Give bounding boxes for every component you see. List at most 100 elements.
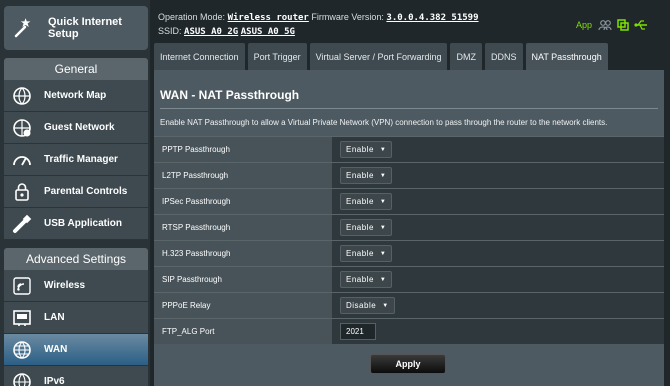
pptp-passthrough-select[interactable]: Enable ▼ — [340, 141, 393, 158]
tab-port-trigger[interactable]: Port Trigger — [247, 43, 307, 70]
sip-passthrough-select[interactable]: Enable ▼ — [340, 271, 393, 288]
ipv6-icon — [10, 370, 34, 386]
title-divider — [160, 108, 658, 109]
apply-button[interactable]: Apply — [370, 354, 446, 374]
advanced-menu: Wireless LAN WAN IPv6 — [4, 270, 148, 386]
sidebar-item-ipv6[interactable]: IPv6 — [4, 366, 148, 386]
pptp-passthrough-label: PPTP Passthrough — [154, 137, 332, 162]
table-row: FTP_ALG Port 2021 — [154, 318, 664, 344]
dropdown-arrow-icon: ▼ — [379, 146, 387, 153]
table-row: H.323 Passthrough Enable ▼ — [154, 240, 664, 266]
select-value: Enable — [346, 145, 374, 154]
general-menu: Network Map Guest Network Traffic Manage… — [4, 80, 148, 240]
tab-internet-connection[interactable]: Internet Connection — [154, 43, 245, 70]
settings-table: PPTP Passthrough Enable ▼ L2TP Passthroug… — [154, 136, 664, 344]
rtsp-passthrough-label: RTSP Passthrough — [154, 215, 332, 240]
sidebar-item-wan[interactable]: WAN — [4, 334, 148, 366]
copy-icon[interactable] — [616, 18, 630, 31]
select-value: Enable — [346, 171, 374, 180]
table-row: RTSP Passthrough Enable ▼ — [154, 214, 664, 240]
page-description: Enable NAT Passthrough to allow a Virtua… — [160, 118, 608, 127]
l2tp-passthrough-select[interactable]: Enable ▼ — [340, 167, 393, 184]
firmware-version-link[interactable]: 3.0.0.4.382_51599 — [386, 13, 478, 23]
sidebar-item-label: USB Application — [44, 218, 122, 229]
wireless-icon — [10, 274, 34, 298]
sidebar-item-label: Wireless — [44, 280, 86, 291]
tab-ddns[interactable]: DDNS — [484, 43, 523, 70]
ssid-label: SSID: — [158, 26, 182, 36]
table-row: L2TP Passthrough Enable ▼ — [154, 162, 664, 188]
sidebar-item-wireless[interactable]: Wireless — [4, 270, 148, 302]
sidebar-item-lan[interactable]: LAN — [4, 302, 148, 334]
table-row: SIP Passthrough Enable ▼ — [154, 266, 664, 292]
quick-setup-icon — [12, 15, 38, 41]
dropdown-arrow-icon: ▼ — [379, 224, 387, 231]
tab-virtual-server[interactable]: Virtual Server / Port Forwarding — [309, 43, 448, 70]
network-map-icon — [10, 84, 34, 108]
usb-status-icon[interactable] — [634, 18, 648, 30]
quick-internet-setup-button[interactable]: Quick Internet Setup — [4, 6, 148, 50]
table-row: PPPoE Relay Disable ▼ — [154, 292, 664, 318]
table-row: PPTP Passthrough Enable ▼ — [154, 136, 664, 162]
h323-passthrough-select[interactable]: Enable ▼ — [340, 245, 393, 262]
sidebar-item-network-map[interactable]: Network Map — [4, 80, 148, 112]
tab-nat-passthrough[interactable]: NAT Passthrough — [525, 43, 608, 70]
sidebar-item-label: WAN — [44, 344, 68, 355]
table-row: IPSec Passthrough Enable ▼ — [154, 188, 664, 214]
dropdown-arrow-icon: ▼ — [379, 172, 387, 179]
sidebar-item-label: LAN — [44, 312, 65, 323]
sidebar-item-label: Parental Controls — [44, 186, 128, 197]
sidebar-item-guest-network[interactable]: Guest Network — [4, 112, 148, 144]
select-value: Enable — [346, 275, 374, 284]
sidebar-item-label: Guest Network — [44, 122, 115, 133]
select-value: Disable — [346, 301, 377, 310]
parental-controls-icon — [10, 180, 34, 204]
select-value: Enable — [346, 249, 374, 258]
lan-icon — [10, 306, 34, 330]
wan-icon — [10, 338, 34, 362]
operation-mode-label: Operation Mode: — [158, 12, 226, 22]
general-section-header: General — [4, 58, 148, 80]
ssid-5g-link[interactable]: ASUS_A0_5G — [241, 27, 295, 37]
sidebar-item-parental-controls[interactable]: Parental Controls — [4, 176, 148, 208]
guest-network-icon — [10, 116, 34, 140]
users-icon[interactable] — [598, 18, 612, 31]
dropdown-arrow-icon: ▼ — [379, 250, 387, 257]
ftp-alg-port-input[interactable]: 2021 — [340, 323, 376, 340]
ssid-2g-link[interactable]: ASUS_A0_2G — [184, 27, 238, 37]
usb-application-icon — [10, 212, 34, 236]
sidebar-item-label: Network Map — [44, 90, 107, 101]
status-line: Operation Mode: Wireless router Firmware… — [158, 12, 479, 23]
status-bar: Operation Mode: Wireless router Firmware… — [150, 0, 670, 40]
sip-passthrough-label: SIP Passthrough — [154, 267, 332, 292]
rtsp-passthrough-select[interactable]: Enable ▼ — [340, 219, 393, 236]
dropdown-arrow-icon: ▼ — [379, 276, 387, 283]
tab-bar: Internet Connection Port Trigger Virtual… — [150, 43, 670, 70]
ssid-line: SSID: ASUS_A0_2G ASUS_A0_5G — [158, 26, 295, 37]
l2tp-passthrough-label: L2TP Passthrough — [154, 163, 332, 188]
select-value: Enable — [346, 223, 374, 232]
tab-dmz[interactable]: DMZ — [450, 43, 482, 70]
operation-mode-link[interactable]: Wireless router — [228, 13, 309, 23]
dropdown-arrow-icon: ▼ — [379, 198, 387, 205]
ipsec-passthrough-select[interactable]: Enable ▼ — [340, 193, 393, 210]
h323-passthrough-label: H.323 Passthrough — [154, 241, 332, 266]
dropdown-arrow-icon: ▼ — [382, 302, 389, 309]
app-link[interactable]: App — [576, 20, 592, 30]
advanced-settings-header: Advanced Settings — [4, 248, 148, 270]
sidebar-item-label: Traffic Manager — [44, 154, 118, 165]
sidebar-item-traffic-manager[interactable]: Traffic Manager — [4, 144, 148, 176]
traffic-manager-icon — [10, 148, 34, 172]
pppoe-relay-label: PPPoE Relay — [154, 293, 332, 318]
ftp-alg-port-label: FTP_ALG Port — [154, 319, 332, 344]
pppoe-relay-select[interactable]: Disable ▼ — [340, 297, 395, 314]
sidebar-item-usb-application[interactable]: USB Application — [4, 208, 148, 240]
ipsec-passthrough-label: IPSec Passthrough — [154, 189, 332, 214]
select-value: Enable — [346, 197, 374, 206]
sidebar: Quick Internet Setup General Network Map… — [0, 0, 150, 386]
main-panel: WAN - NAT Passthrough Enable NAT Passthr… — [154, 70, 664, 386]
firmware-label: Firmware Version: — [311, 12, 384, 22]
page-title: WAN - NAT Passthrough — [160, 88, 300, 102]
sidebar-item-label: IPv6 — [44, 376, 65, 386]
quick-setup-label: Quick Internet Setup — [48, 16, 122, 40]
